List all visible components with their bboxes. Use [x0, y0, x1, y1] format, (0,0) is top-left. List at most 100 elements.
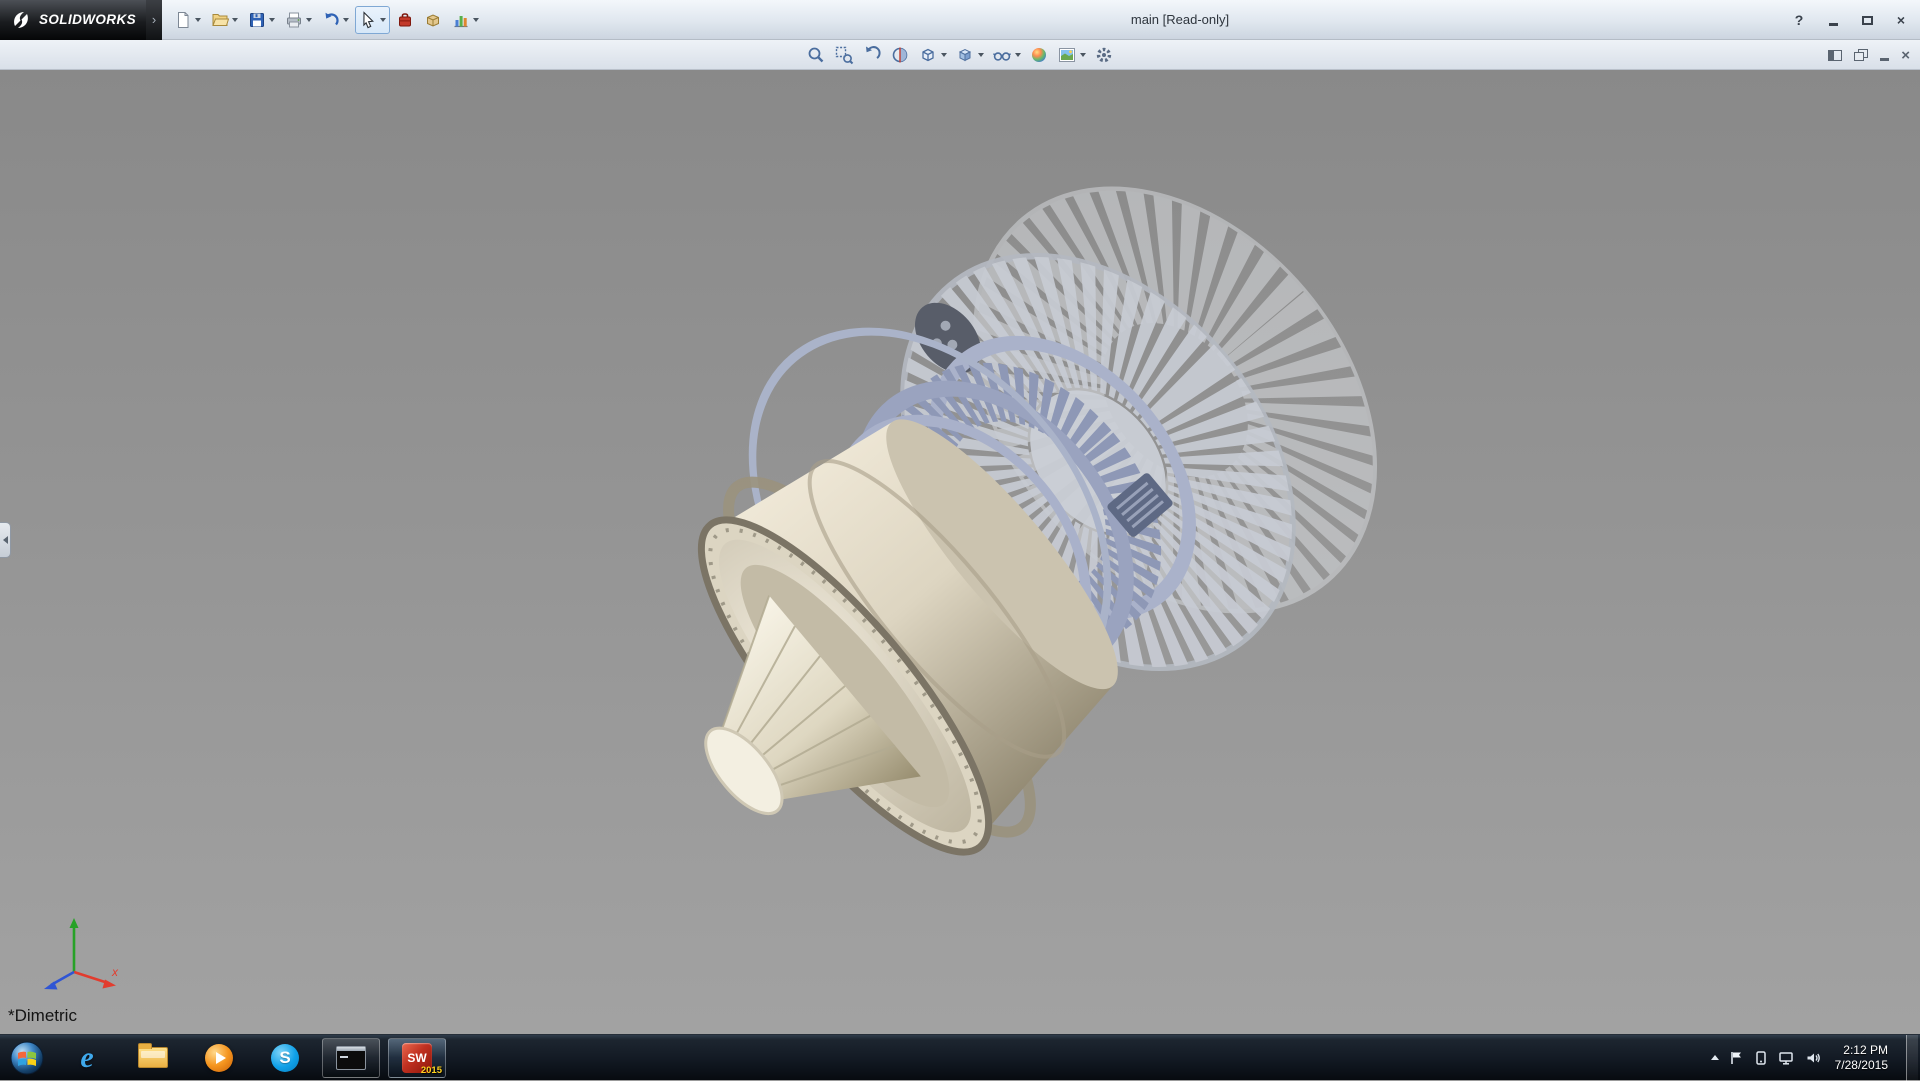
- device-icon[interactable]: [1754, 1050, 1768, 1066]
- show-desktop-button[interactable]: [1906, 1035, 1918, 1081]
- taskbar: e S SW 2015: [0, 1034, 1920, 1080]
- section-view-button[interactable]: [888, 43, 912, 67]
- previous-view-button[interactable]: [860, 43, 884, 67]
- display-style-button[interactable]: [953, 43, 986, 67]
- apply-scene-button[interactable]: [1055, 43, 1088, 67]
- skype-icon: S: [271, 1044, 299, 1072]
- dropdown-caret-icon: [473, 18, 479, 22]
- view-triad[interactable]: x: [24, 912, 124, 1002]
- command-prompt-icon: [336, 1046, 366, 1070]
- menu-expand-chevron-icon[interactable]: [146, 0, 162, 40]
- zoom-fit-button[interactable]: [804, 43, 828, 67]
- document-window-controls: ×: [1828, 40, 1910, 70]
- taskbar-clock[interactable]: 2:12 PM 7/28/2015: [1831, 1043, 1892, 1073]
- options-chart-icon: [452, 11, 470, 29]
- brand-text: SOLIDWORKS: [39, 12, 136, 27]
- start-button[interactable]: [0, 1035, 54, 1081]
- titlebar: SOLIDWORKS: [0, 0, 1920, 40]
- save-button[interactable]: [244, 6, 279, 34]
- taskbar-item-internet-explorer[interactable]: e: [58, 1038, 116, 1078]
- new-document-button[interactable]: [170, 6, 205, 34]
- media-player-icon: [205, 1044, 233, 1072]
- window-title: main [Read-only]: [560, 12, 1800, 27]
- standard-toolbar: [170, 6, 483, 34]
- dropdown-caret-icon: [269, 18, 275, 22]
- taskbar-item-command-prompt[interactable]: [322, 1038, 380, 1078]
- minimize-button[interactable]: [1824, 11, 1842, 29]
- solidworks-logo-icon: [10, 9, 32, 31]
- edit-appearance-icon: [1029, 45, 1049, 65]
- view-settings-button[interactable]: [1092, 43, 1116, 67]
- minimize-icon[interactable]: [1880, 58, 1889, 61]
- triad-x-label: x: [111, 965, 119, 979]
- jet-engine-model: [0, 70, 1920, 1034]
- panel-collapse-tab[interactable]: [0, 522, 11, 558]
- zoom-area-icon: [834, 45, 854, 65]
- windows-orb-icon: [9, 1040, 45, 1076]
- apply-scene-icon: [1057, 45, 1077, 65]
- view-orientation-icon: [918, 45, 938, 65]
- action-center-flag-icon[interactable]: [1729, 1050, 1744, 1066]
- taskbar-item-solidworks[interactable]: SW 2015: [388, 1038, 446, 1078]
- graphics-area[interactable]: x *Dimetric: [0, 70, 1920, 1034]
- view-orientation-button[interactable]: [916, 43, 949, 67]
- heads-up-toolbar: [804, 40, 1116, 70]
- taskbar-item-file-explorer[interactable]: [124, 1038, 182, 1078]
- maximize-button[interactable]: [1858, 11, 1876, 29]
- hide-show-items-button[interactable]: [990, 43, 1023, 67]
- close-icon[interactable]: ×: [1901, 48, 1910, 63]
- dropdown-caret-icon: [343, 18, 349, 22]
- zoom-area-button[interactable]: [832, 43, 856, 67]
- view-settings-icon: [1094, 45, 1114, 65]
- heads-up-bar: ×: [0, 40, 1920, 70]
- display-style-icon: [955, 45, 975, 65]
- dock-pane-icon[interactable]: [1828, 50, 1842, 61]
- triad-y-arrow-icon: [70, 918, 79, 928]
- open-icon: [211, 11, 229, 29]
- taskbar-item-media-player[interactable]: [190, 1038, 248, 1078]
- print-icon: [285, 11, 303, 29]
- edit-appearance-button[interactable]: [1027, 43, 1051, 67]
- dropdown-caret-icon: [978, 53, 984, 57]
- help-button[interactable]: ?: [1790, 11, 1808, 29]
- undo-button[interactable]: [318, 6, 353, 34]
- undo-icon: [322, 11, 340, 29]
- solidworks-version-badge: 2015: [421, 1065, 442, 1076]
- triad-x-axis: [74, 972, 108, 983]
- network-icon[interactable]: [1778, 1050, 1795, 1066]
- dropdown-caret-icon: [1080, 53, 1086, 57]
- print-button[interactable]: [281, 6, 316, 34]
- solidworks-logo[interactable]: SOLIDWORKS: [0, 0, 146, 40]
- volume-icon[interactable]: [1805, 1050, 1821, 1066]
- toolbox-icon: [396, 11, 414, 29]
- previous-view-icon: [862, 45, 882, 65]
- select-cursor-icon: [359, 11, 377, 29]
- file-properties-icon: [424, 11, 442, 29]
- options-button[interactable]: [448, 6, 483, 34]
- toolbox-button[interactable]: [392, 6, 418, 34]
- select-tool-button[interactable]: [355, 6, 390, 34]
- zoom-fit-icon: [806, 45, 826, 65]
- dropdown-caret-icon: [941, 53, 947, 57]
- internet-explorer-icon: e: [80, 1043, 93, 1073]
- taskbar-item-skype[interactable]: S: [256, 1038, 314, 1078]
- clock-date: 7/28/2015: [1835, 1058, 1888, 1073]
- file-properties-button[interactable]: [420, 6, 446, 34]
- new-document-icon: [174, 11, 192, 29]
- open-button[interactable]: [207, 6, 242, 34]
- folder-icon: [138, 1047, 168, 1068]
- maximize-icon: [1862, 16, 1873, 25]
- system-tray: 2:12 PM 7/28/2015: [1711, 1035, 1920, 1081]
- dropdown-caret-icon: [380, 18, 386, 22]
- show-hidden-icons-chevron-icon[interactable]: [1711, 1055, 1719, 1060]
- window-controls: ? ×: [1790, 0, 1910, 40]
- restore-icon[interactable]: [1854, 49, 1868, 61]
- hide-show-items-icon: [992, 45, 1012, 65]
- minimize-icon: [1829, 23, 1838, 26]
- dropdown-caret-icon: [1015, 53, 1021, 57]
- dropdown-caret-icon: [306, 18, 312, 22]
- dropdown-caret-icon: [232, 18, 238, 22]
- section-view-icon: [890, 45, 910, 65]
- close-button[interactable]: ×: [1892, 11, 1910, 29]
- save-icon: [248, 11, 266, 29]
